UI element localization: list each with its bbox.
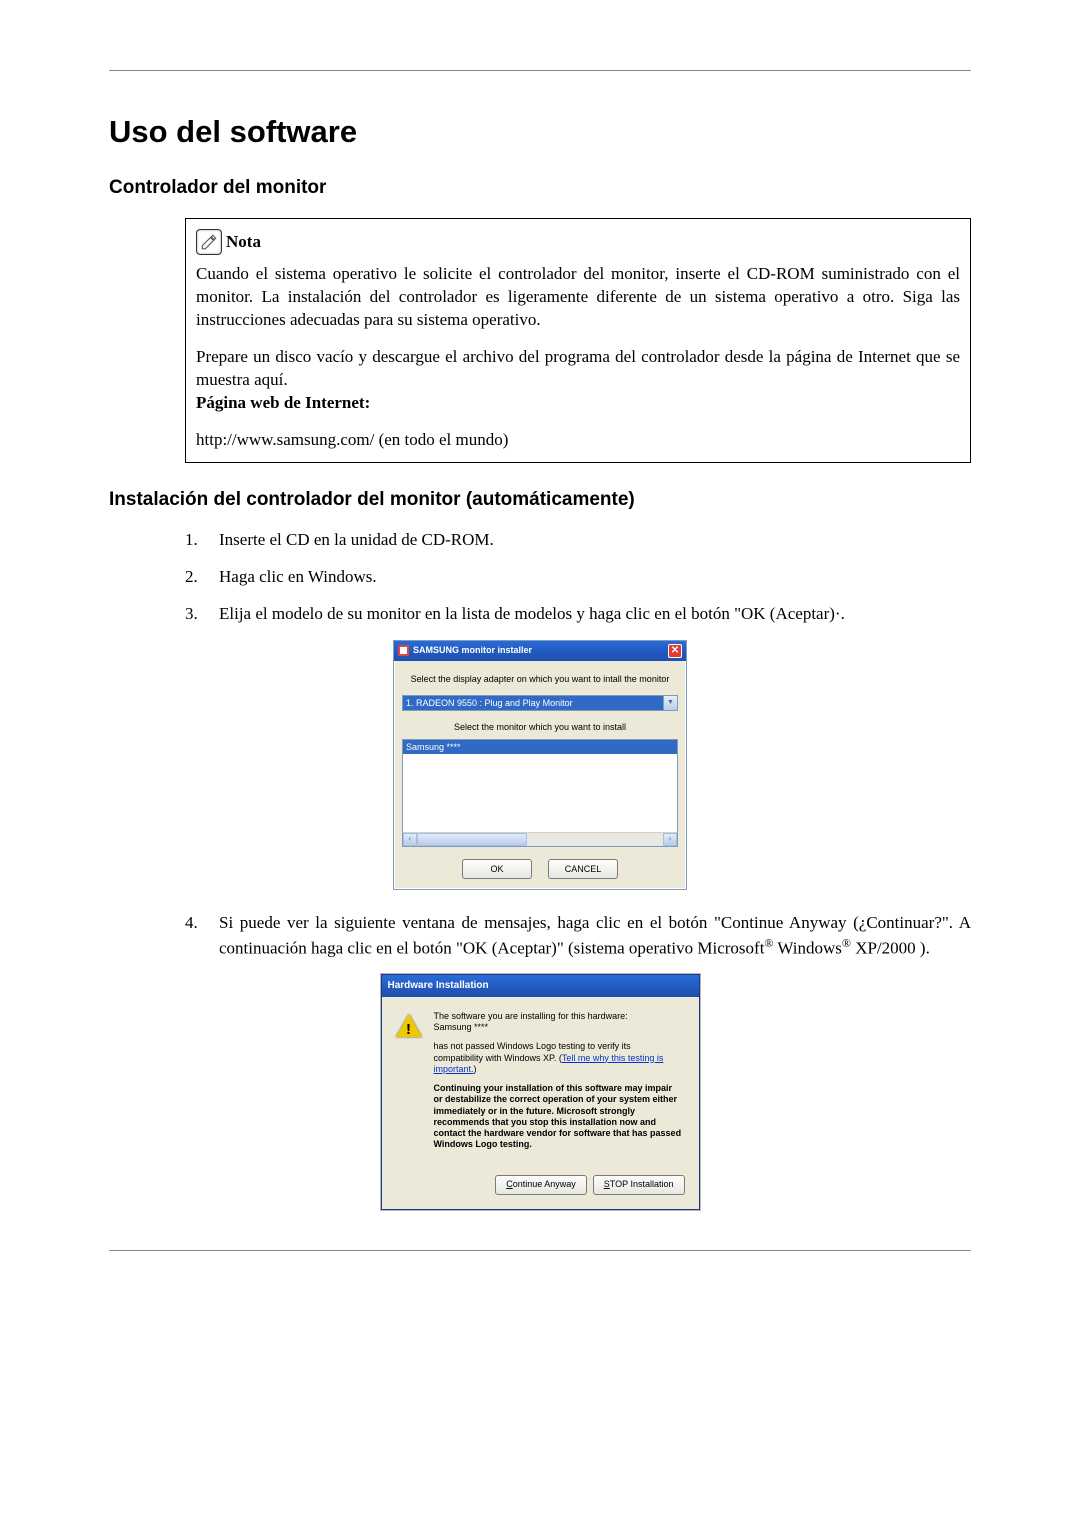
installer-dialog: SAMSUNG monitor installer ✕ Select the d… <box>393 640 687 890</box>
note-para1: Cuando el sistema operativo le solicite … <box>196 263 960 332</box>
adapter-selected: 1. RADEON 9550 : Plug and Play Monitor <box>403 696 663 710</box>
step-3: 3. Elija el modelo de su monitor en la l… <box>185 603 971 626</box>
note-para2-group: Prepare un disco vacío y descargue el ar… <box>196 346 960 415</box>
page-title: Uso del software <box>109 111 971 153</box>
bottom-rule <box>109 1250 971 1251</box>
adapter-dropdown[interactable]: 1. RADEON 9550 : Plug and Play Monitor ▼ <box>402 695 678 711</box>
step-1: 1. Inserte el CD en la unidad de CD-ROM. <box>185 529 971 552</box>
installer-icon <box>398 645 409 656</box>
hw-hardware-name: Samsung **** <box>434 1022 683 1033</box>
continue-anyway-button[interactable]: Continue Anyway <box>495 1175 587 1195</box>
cancel-button[interactable]: CANCEL <box>548 859 618 879</box>
installer-title: SAMSUNG monitor installer <box>413 644 532 656</box>
top-rule <box>109 70 971 71</box>
scroll-right-icon[interactable]: › <box>663 833 677 846</box>
warning-icon: ! <box>396 1013 422 1039</box>
hw-line3: has not passed Windows Logo testing to v… <box>434 1041 683 1075</box>
step-4: 4. Si puede ver la siguiente ventana de … <box>185 912 971 961</box>
stop-installation-button[interactable]: STOP Installation <box>593 1175 685 1195</box>
installer-instr1: Select the display adapter on which you … <box>402 673 678 685</box>
step-body-2: Haga clic en Windows. <box>219 566 971 589</box>
hw-line1: The software you are installing for this… <box>434 1011 683 1022</box>
hw-titlebar: Hardware Installation <box>382 975 699 997</box>
note-icon <box>196 229 222 255</box>
section-instalacion: Instalación del controlador del monitor … <box>109 487 971 513</box>
note-label: Nota <box>226 231 261 254</box>
note-url: http://www.samsung.com/ (en todo el mund… <box>196 429 960 452</box>
chevron-down-icon[interactable]: ▼ <box>663 696 677 710</box>
step-body-4: Si puede ver la siguiente ventana de men… <box>219 912 971 961</box>
step-2: 2. Haga clic en Windows. <box>185 566 971 589</box>
hardware-installation-dialog: Hardware Installation ! The software you… <box>381 974 700 1209</box>
installer-titlebar: SAMSUNG monitor installer ✕ <box>394 641 686 661</box>
note-url-label: Página web de Internet: <box>196 393 370 412</box>
step-body-3: Elija el modelo de su monitor en la list… <box>219 603 971 626</box>
ok-button[interactable]: OK <box>462 859 532 879</box>
installer-instr2: Select the monitor which you want to ins… <box>402 721 678 733</box>
monitor-listbox[interactable]: Samsung **** ‹ › <box>402 739 678 847</box>
note-para2: Prepare un disco vacío y descargue el ar… <box>196 347 960 389</box>
note-box: Nota Cuando el sistema operativo le soli… <box>185 218 971 463</box>
section-controlador: Controlador del monitor <box>109 175 971 201</box>
scroll-left-icon[interactable]: ‹ <box>403 833 417 846</box>
scroll-thumb[interactable] <box>417 833 527 846</box>
step-num-3: 3. <box>185 603 219 626</box>
hw-text: The software you are installing for this… <box>434 1011 683 1159</box>
step-body-1: Inserte el CD en la unidad de CD-ROM. <box>219 529 971 552</box>
listbox-scrollbar[interactable]: ‹ › <box>403 832 677 846</box>
step-num-1: 1. <box>185 529 219 552</box>
hw-warning-bold: Continuing your installation of this sof… <box>434 1083 683 1151</box>
close-icon[interactable]: ✕ <box>668 644 682 658</box>
step-num-4: 4. <box>185 912 219 961</box>
monitor-selected-item[interactable]: Samsung **** <box>403 740 677 754</box>
step-num-2: 2. <box>185 566 219 589</box>
reg-mark: ® <box>842 936 851 950</box>
